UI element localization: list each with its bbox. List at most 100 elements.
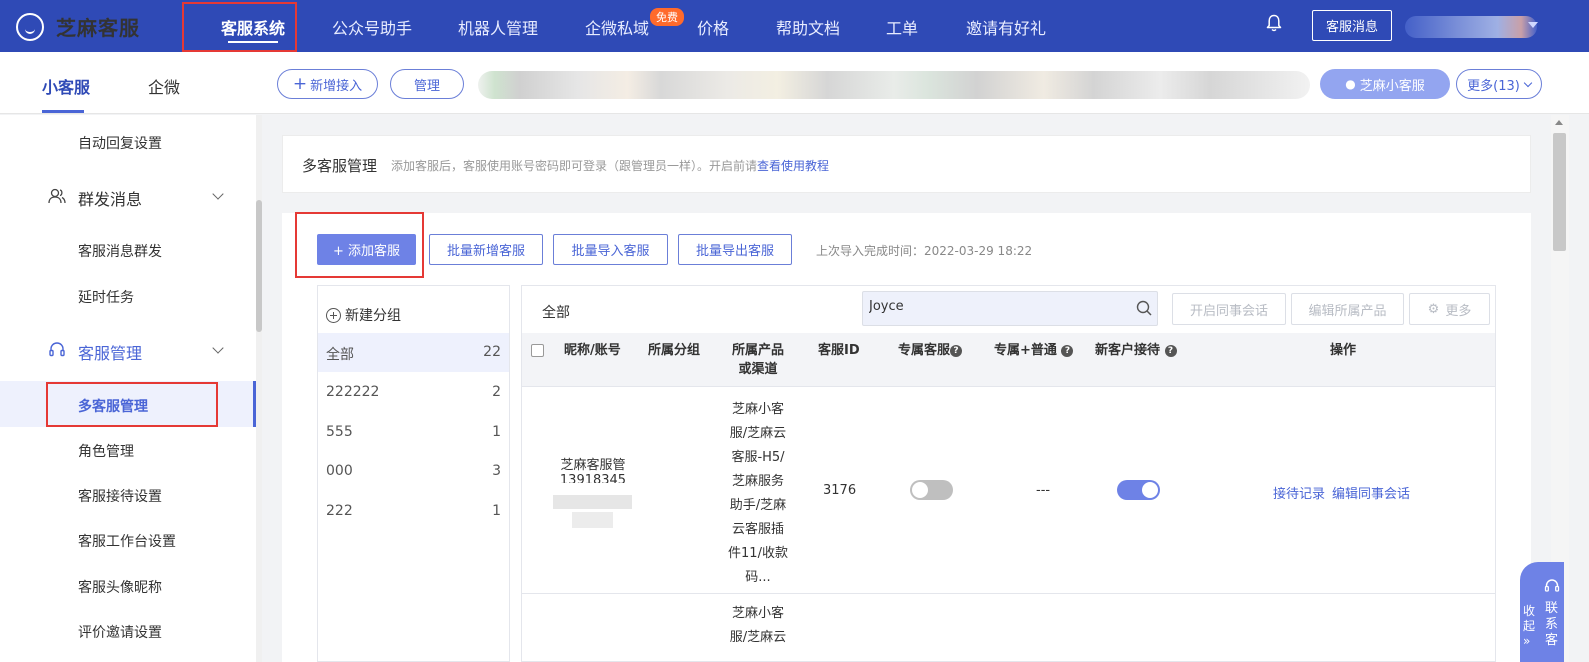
row-nickname: 芝麻客服管 13918345 bbox=[553, 458, 633, 483]
search-icon[interactable] bbox=[1136, 300, 1152, 316]
sidebar-item-auto-reply[interactable]: 自动回复设置 bbox=[78, 133, 162, 153]
group-item[interactable]: 222 1 bbox=[318, 492, 509, 531]
group-item[interactable]: 555 1 bbox=[318, 413, 509, 452]
batch-add-button[interactable]: 批量新增客服 bbox=[429, 234, 543, 265]
group-item[interactable]: 000 3 bbox=[318, 452, 509, 491]
sidebar-active-indicator bbox=[253, 381, 256, 427]
sidebar-item-avatar[interactable]: 客服头像昵称 bbox=[78, 577, 162, 597]
last-import-time: 上次导入完成时间：2022-03-29 18:22 bbox=[816, 244, 1033, 258]
double-chevron-right-icon: » bbox=[1523, 634, 1531, 648]
more-actions-button[interactable]: ⚙ 更多 bbox=[1409, 293, 1490, 325]
edit-colleague-chat-link[interactable]: 编辑同事会话 bbox=[1332, 483, 1410, 502]
sidebar-item-broadcast-msg[interactable]: 客服消息群发 bbox=[78, 241, 162, 261]
group-name: 222 bbox=[326, 503, 353, 519]
sidebar-item-reception[interactable]: 客服接待设置 bbox=[78, 486, 162, 506]
plus-circle-icon bbox=[326, 307, 341, 323]
group-item-all[interactable]: 全部 22 bbox=[318, 333, 509, 372]
nav-item-gzh-assistant[interactable]: 公众号助手 bbox=[332, 15, 412, 39]
account-blurred bbox=[553, 495, 632, 509]
sidebar-scrollbar-thumb[interactable] bbox=[256, 200, 262, 332]
users-icon bbox=[48, 188, 66, 204]
search-input[interactable] bbox=[869, 299, 1119, 314]
question-icon[interactable]: ? bbox=[1164, 344, 1177, 357]
enable-colleague-chat-button[interactable]: 开启同事会话 bbox=[1172, 293, 1286, 325]
sidebar-item-workbench[interactable]: 客服工作台设置 bbox=[78, 531, 176, 551]
product-line: 云客服插 bbox=[731, 522, 784, 537]
tab-active-underline bbox=[42, 110, 84, 113]
collapse-float-button[interactable]: 收起 » bbox=[1523, 604, 1535, 649]
kefu-id: 3176 bbox=[823, 483, 857, 498]
free-badge: 免费 bbox=[650, 8, 684, 26]
nav-item-kefu-system[interactable]: 客服系统 bbox=[221, 15, 285, 39]
group-count: 2 bbox=[492, 384, 501, 400]
sidebar-item-multi-kefu[interactable]: 多客服管理 bbox=[78, 396, 148, 416]
contact-kefu-label[interactable]: 联系客 bbox=[1545, 601, 1559, 649]
bell-icon[interactable] bbox=[1266, 14, 1282, 32]
nav-item-ticket[interactable]: 工单 bbox=[886, 15, 918, 39]
reception-record-link[interactable]: 接待记录 bbox=[1273, 483, 1325, 502]
new-group-label: 新建分组 bbox=[345, 308, 401, 324]
group-count: 1 bbox=[492, 503, 501, 519]
exclusive-normal-value: --- bbox=[1036, 483, 1051, 498]
question-icon[interactable]: ? bbox=[1061, 344, 1074, 357]
nav-active-underline bbox=[228, 41, 278, 43]
question-icon[interactable]: ? bbox=[950, 344, 963, 357]
col-operations: 操作 bbox=[1330, 343, 1357, 358]
account-tabs-blurred[interactable] bbox=[478, 71, 1310, 99]
sidebar-item-rating[interactable]: 评价邀请设置 bbox=[78, 622, 162, 642]
sidebar-group-kefu-manage[interactable]: 客服管理 bbox=[78, 340, 142, 364]
collapse-label: 收起 bbox=[1523, 604, 1536, 633]
account-blurred bbox=[572, 512, 613, 528]
description-text: 添加客服后，客服使用账号密码即可登录（跟管理员一样）。开启前请 bbox=[391, 159, 758, 173]
edit-products-button[interactable]: 编辑所属产品 bbox=[1291, 293, 1404, 325]
tab-qiwei[interactable]: 企微 bbox=[148, 74, 180, 98]
group-name: 555 bbox=[326, 424, 353, 440]
exclusive-toggle[interactable] bbox=[910, 480, 953, 500]
toggle-knob bbox=[1142, 482, 1158, 498]
headset-icon bbox=[1544, 579, 1560, 592]
sidebar-item-delay-task[interactable]: 延时任务 bbox=[78, 287, 134, 307]
product-line: 芝麻小客 bbox=[731, 606, 784, 621]
nav-item-help[interactable]: 帮助文档 bbox=[776, 15, 840, 39]
group-count: 1 bbox=[492, 424, 501, 440]
scroll-up-arrow-icon[interactable] bbox=[1555, 120, 1563, 125]
col-products: 所属产品或渠道 bbox=[731, 343, 784, 377]
nav-item-invite[interactable]: 邀请有好礼 bbox=[966, 15, 1046, 39]
logo-icon bbox=[16, 12, 44, 41]
col-exclusive-normal: 专属+普通 ? bbox=[994, 341, 1074, 360]
search-box[interactable] bbox=[862, 291, 1158, 326]
batch-export-button[interactable]: 批量导出客服 bbox=[678, 234, 792, 265]
select-all-checkbox[interactable] bbox=[531, 344, 544, 357]
sidebar-item-roles[interactable]: 角色管理 bbox=[78, 441, 134, 461]
user-menu-caret-icon[interactable] bbox=[1528, 22, 1538, 28]
more-accounts-button[interactable]: 更多(13) bbox=[1456, 69, 1542, 99]
product-line: 助手/芝麻 bbox=[729, 498, 787, 513]
nav-item-wecom[interactable]: 企微私域 bbox=[585, 15, 649, 39]
new-group-button[interactable]: 新建分组 bbox=[326, 305, 401, 325]
tab-xiaokefu[interactable]: 小客服 bbox=[42, 74, 90, 98]
add-kefu-button[interactable]: + 添加客服 bbox=[317, 234, 416, 265]
add-access-button[interactable]: + 新增接入 bbox=[277, 69, 378, 99]
nav-item-price[interactable]: 价格 bbox=[697, 15, 729, 39]
sidebar-group-broadcast[interactable]: 群发消息 bbox=[78, 186, 142, 210]
user-account-blurred[interactable] bbox=[1405, 16, 1537, 38]
row-divider bbox=[522, 593, 1495, 594]
col-nickname: 昵称/账号 bbox=[564, 343, 621, 358]
sidebar-scrollbar-track[interactable] bbox=[256, 115, 262, 662]
wechat-icon: ● bbox=[1345, 77, 1356, 91]
tutorial-link[interactable]: 查看使用教程 bbox=[757, 159, 829, 173]
zhima-kefu-button[interactable]: ● 芝麻小客服 bbox=[1320, 69, 1450, 99]
group-name: 全部 bbox=[326, 347, 354, 363]
brand-name: 芝麻客服 bbox=[56, 16, 140, 40]
kefu-message-button[interactable]: 客服消息 bbox=[1312, 10, 1392, 41]
group-item[interactable]: 222222 2 bbox=[318, 373, 509, 412]
group-name: 000 bbox=[326, 463, 353, 479]
new-customer-toggle[interactable] bbox=[1117, 480, 1160, 500]
brand-logo[interactable]: 芝麻客服 bbox=[16, 12, 140, 41]
product-line: 服/芝麻云 bbox=[729, 630, 787, 645]
col-exclusive: 专属客服? bbox=[898, 341, 963, 360]
manage-button[interactable]: 管理 bbox=[390, 69, 464, 99]
page-scrollbar-thumb[interactable] bbox=[1553, 133, 1566, 251]
nav-item-robot[interactable]: 机器人管理 bbox=[458, 15, 538, 39]
batch-import-button[interactable]: 批量导入客服 bbox=[553, 234, 668, 265]
